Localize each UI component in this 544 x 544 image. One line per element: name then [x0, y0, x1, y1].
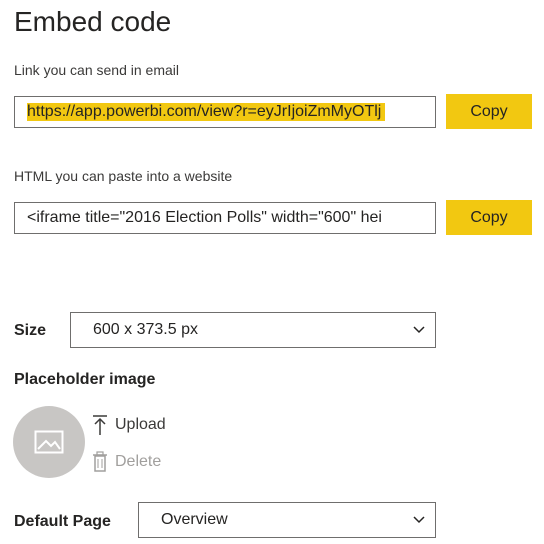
image-icon — [34, 430, 64, 454]
delete-label: Delete — [115, 453, 162, 470]
copy-email-link-button[interactable]: Copy — [446, 94, 532, 129]
chevron-down-icon — [413, 326, 425, 334]
email-link-label: Link you can send in email — [14, 62, 179, 78]
placeholder-image-preview — [13, 406, 85, 478]
html-embed-value: <iframe title="2016 Election Polls" widt… — [27, 209, 382, 226]
email-link-field[interactable]: https://app.powerbi.com/view?r=eyJrIjoiZ… — [14, 96, 436, 128]
default-page-selected-value: Overview — [161, 511, 228, 528]
chevron-down-icon — [413, 516, 425, 524]
size-select[interactable]: 600 x 373.5 px — [70, 312, 436, 348]
default-page-label: Default Page — [14, 513, 111, 530]
placeholder-image-label: Placeholder image — [14, 371, 156, 388]
upload-icon — [93, 415, 107, 435]
copy-html-embed-button[interactable]: Copy — [446, 200, 532, 235]
html-embed-label: HTML you can paste into a website — [14, 168, 233, 184]
size-label: Size — [14, 322, 47, 339]
default-page-select[interactable]: Overview — [138, 502, 436, 538]
upload-label: Upload — [115, 416, 166, 433]
size-selected-value: 600 x 373.5 px — [93, 321, 198, 338]
trash-icon — [93, 451, 107, 472]
dialog-title: Embed code — [14, 6, 172, 37]
html-embed-field[interactable]: <iframe title="2016 Election Polls" widt… — [14, 202, 436, 234]
email-link-value: https://app.powerbi.com/view?r=eyJrIjoiZ… — [27, 103, 386, 121]
